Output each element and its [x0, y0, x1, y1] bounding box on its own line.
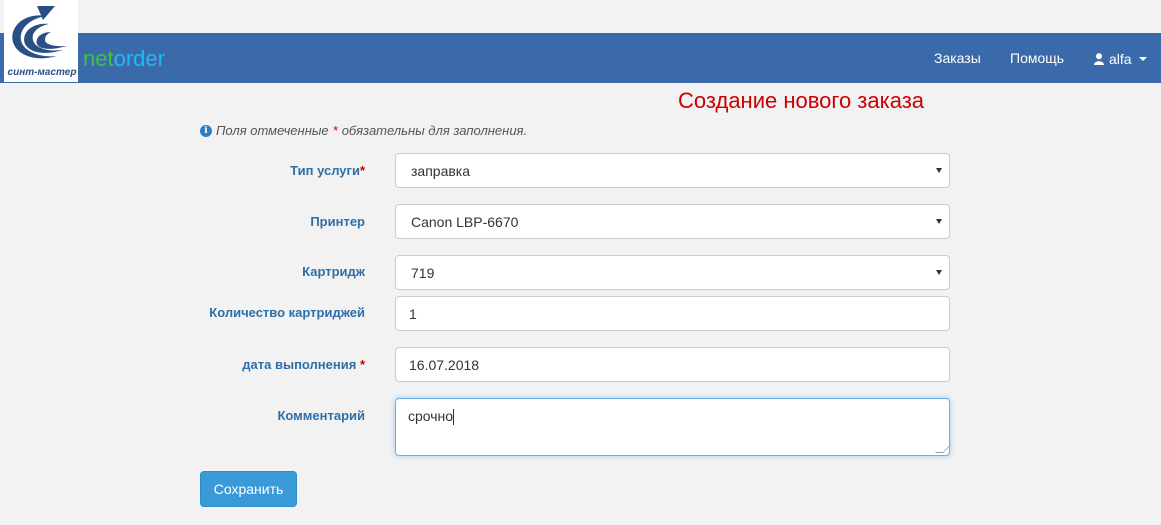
comment-value: срочно — [408, 408, 454, 424]
user-menu[interactable]: alfa — [1094, 51, 1147, 67]
cartridge-value: 719 — [411, 264, 435, 281]
quantity-label: Количество картриджей — [209, 305, 365, 320]
brand-net: net — [83, 46, 114, 71]
service-type-select[interactable]: заправка — [395, 153, 950, 188]
resize-grip-icon[interactable] — [935, 445, 951, 453]
save-button[interactable]: Сохранить — [200, 471, 297, 507]
user-icon — [1094, 53, 1104, 65]
info-text-before: Поля отмеченные — [216, 123, 329, 138]
info-text-after: обязательны для заполнения. — [341, 123, 528, 138]
brand-order: order — [113, 46, 165, 71]
info-asterisk: * — [332, 123, 338, 138]
cartridge-select[interactable]: 719 — [395, 255, 950, 290]
user-name: alfa — [1109, 51, 1132, 67]
printer-select[interactable]: Canon LBP-6670 — [395, 204, 950, 239]
page-title: Создание нового заказа — [678, 88, 925, 113]
date-required-mark: * — [359, 357, 365, 372]
text-cursor — [453, 409, 455, 426]
cartridge-label: Картридж — [302, 264, 365, 279]
comment-textarea[interactable]: срочно — [395, 398, 951, 456]
date-input[interactable]: 16.07.2018 — [395, 347, 950, 382]
quantity-value: 1 — [409, 305, 417, 322]
required-fields-note: i Поля отмеченные * обязательны для запо… — [200, 123, 527, 138]
quantity-input[interactable]: 1 — [395, 296, 950, 331]
info-icon: i — [200, 124, 212, 137]
service-type-value: заправка — [411, 162, 471, 179]
printer-value: Canon LBP-6670 — [411, 213, 519, 230]
comment-label: Комментарий — [277, 408, 365, 423]
select-arrow-icon — [936, 270, 942, 275]
date-label-text: дата выполнения — [242, 357, 357, 372]
company-logo[interactable]: синт-мастер — [4, 0, 78, 82]
top-navbar — [0, 33, 1161, 83]
service-type-required-mark: * — [359, 163, 365, 178]
logo-swirl-icon — [12, 6, 67, 59]
printer-label: Принтер — [310, 214, 365, 229]
date-label: дата выполнения * — [242, 357, 365, 372]
nav-help-link[interactable]: Помощь — [1010, 50, 1064, 66]
select-arrow-icon — [936, 219, 942, 224]
brand-name[interactable]: netorder — [83, 46, 165, 72]
nav-orders-link[interactable]: Заказы — [934, 50, 981, 66]
date-value: 16.07.2018 — [409, 356, 480, 373]
service-type-label-text: Тип услуги — [290, 163, 360, 178]
select-arrow-icon — [936, 168, 942, 173]
service-type-label: Тип услуги* — [290, 163, 365, 178]
caret-down-icon — [1138, 57, 1147, 61]
logo-caption: синт-мастер — [7, 67, 77, 78]
